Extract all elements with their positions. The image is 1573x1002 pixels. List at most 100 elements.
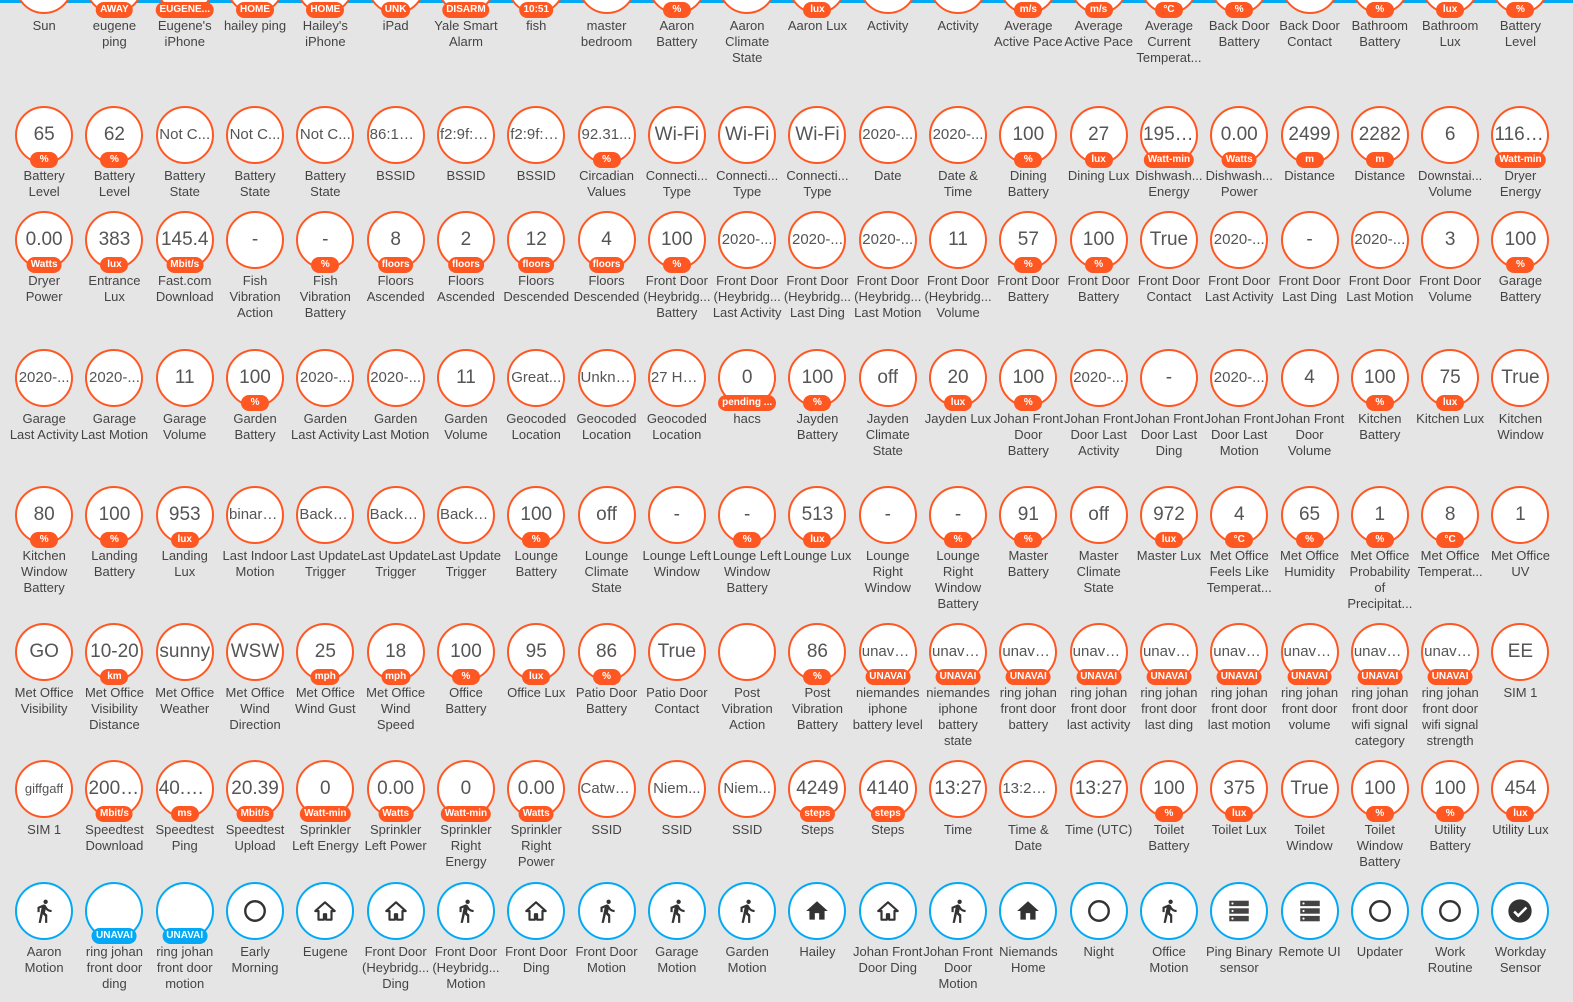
- state-badge[interactable]: 0.00 Watts Dryer Power: [9, 211, 79, 331]
- state-badge[interactable]: 2020-... Garage Last Activity: [9, 349, 79, 469]
- state-badge[interactable]: 57% Front Door Battery: [993, 211, 1063, 331]
- state-badge[interactable]: Wi-Fi Connecti... Type: [782, 106, 852, 226]
- state-badge[interactable]: 375 lux Toilet Lux: [1204, 760, 1274, 880]
- state-badge[interactable]: 2020-... Front Door (Heybridg... Last Act…: [712, 211, 782, 331]
- state-badge[interactable]: 20.39 Mbit/s Speedtest Upload: [220, 760, 290, 880]
- state-badge[interactable]: 100% Dining Battery: [993, 106, 1063, 226]
- state-badge[interactable]: 0.00 Watts Sprinkler Left Power: [361, 760, 431, 880]
- state-badge[interactable]: UNAVAI ring johan front door ding: [79, 882, 149, 1002]
- state-badge[interactable]: 11 Front Door (Heybridg... Volume: [923, 211, 993, 331]
- state-badge[interactable]: unava... UNAVAI niemandes iphone battery l…: [853, 623, 923, 743]
- state-badge[interactable]: HOME hailey ping: [220, 0, 290, 76]
- state-badge[interactable]: 6 Downstai... Volume: [1415, 106, 1485, 226]
- state-badge[interactable]: 100% Utility Battery: [1415, 760, 1485, 880]
- state-badge[interactable]: -% Lounge Right Window Battery: [923, 486, 993, 611]
- state-badge[interactable]: 2020-... Front Door (Heybridg... Last Din…: [782, 211, 852, 331]
- state-badge[interactable]: Front Door (Heybridg... Motion: [431, 882, 501, 1002]
- state-badge[interactable]: 8 floors Floors Ascended: [361, 211, 431, 331]
- state-badge[interactable]: 100% Garden Battery: [220, 349, 290, 469]
- state-badge[interactable]: 116952 Watt-minDryer Energy: [1485, 106, 1555, 226]
- state-badge[interactable]: 383 lux Entrance Lux: [79, 211, 149, 331]
- state-badge[interactable]: binary... Last Indoor Motion: [220, 486, 290, 606]
- state-badge[interactable]: 18 mph Met Office Wind Speed: [361, 623, 431, 743]
- state-badge[interactable]: Garage Motion: [642, 882, 712, 1002]
- state-badge[interactable]: Aaron Motion: [9, 882, 79, 1002]
- state-badge[interactable]: Work Routine: [1415, 882, 1485, 1002]
- state-badge[interactable]: True Kitchen Window: [1485, 349, 1555, 469]
- state-badge[interactable]: 972 lux Master Lux: [1134, 486, 1204, 606]
- state-badge[interactable]: 2020-... Date: [853, 106, 923, 226]
- state-badge[interactable]: unava... UNAVAI ring johan front door last…: [1134, 623, 1204, 743]
- state-badge[interactable]: Sun: [9, 0, 79, 76]
- state-badge[interactable]: 4140 steps Steps: [853, 760, 923, 880]
- state-badge[interactable]: Updater: [1345, 882, 1415, 1002]
- state-badge[interactable]: - Front Door Last Ding: [1274, 211, 1344, 331]
- state-badge[interactable]: UNAVAI ring johan front door motion: [150, 882, 220, 1002]
- state-badge[interactable]: 0 pending ... hacs: [712, 349, 782, 469]
- state-badge[interactable]: unava... UNAVAI ring johan front door wifi…: [1415, 623, 1485, 748]
- state-badge[interactable]: 20 lux Jayden Lux: [923, 349, 993, 469]
- state-badge[interactable]: Front Door (Heybridg... Ding: [361, 882, 431, 1002]
- state-badge[interactable]: 2499 m Distance: [1274, 106, 1344, 226]
- state-badge[interactable]: Niem... SSID: [642, 760, 712, 880]
- state-badge[interactable]: Hailey: [782, 882, 852, 1002]
- state-badge[interactable]: 13:27,... Time & Date: [993, 760, 1063, 880]
- state-badge[interactable]: 92.31...% Circadian Values: [571, 106, 641, 226]
- state-badge[interactable]: 3 Front Door Volume: [1415, 211, 1485, 331]
- state-badge[interactable]: 2020-... Johan Front Door Last Activity: [1064, 349, 1134, 469]
- state-badge[interactable]: 86% Post Vibration Battery: [782, 623, 852, 743]
- state-badge[interactable]: 19.7°CAverage Current Temperat...: [1134, 0, 1204, 76]
- state-badge[interactable]: giffgaff SIM 1: [9, 760, 79, 880]
- state-badge[interactable]: 100%Bathroom Battery: [1345, 0, 1415, 76]
- state-badge[interactable]: 100% Toilet Battery: [1134, 760, 1204, 880]
- state-badge[interactable]: 2020-... Date & Time: [923, 106, 993, 226]
- state-badge[interactable]: unava... UNAVAI ring johan front door wifi…: [1345, 623, 1415, 748]
- state-badge[interactable]: Workday Sensor: [1485, 882, 1555, 1002]
- state-badge[interactable]: Eugene: [290, 882, 360, 1002]
- state-badge[interactable]: Early Morning: [220, 882, 290, 1002]
- state-badge[interactable]: master bedroom: [571, 0, 641, 76]
- state-badge[interactable]: Unkno... Geocoded Location: [571, 349, 641, 469]
- state-badge[interactable]: DISARM Yale Smart Alarm: [431, 0, 501, 76]
- state-badge[interactable]: 100% Johan Front Door Battery: [993, 349, 1063, 469]
- state-badge[interactable]: Not C... Battery State: [220, 106, 290, 226]
- state-badge[interactable]: 100% Front Door Battery: [1064, 211, 1134, 331]
- state-badge[interactable]: True Toilet Window: [1274, 760, 1344, 880]
- state-badge[interactable]: 100% Office Battery: [431, 623, 501, 743]
- state-badge[interactable]: 65% Battery Level: [9, 106, 79, 226]
- state-badge[interactable]: 91% Master Battery: [993, 486, 1063, 606]
- state-badge[interactable]: 2020-... Garden Last Activity: [290, 349, 360, 469]
- state-badge[interactable]: 0.00 Watts Dishwash... Power: [1204, 106, 1274, 226]
- state-badge[interactable]: 100% Landing Battery: [79, 486, 149, 606]
- state-badge[interactable]: 2020-... Front Door Last Motion: [1345, 211, 1415, 331]
- state-badge[interactable]: 80%Back Door Battery: [1204, 0, 1274, 76]
- state-badge[interactable]: 80% Kitchen Window Battery: [9, 486, 79, 606]
- state-badge[interactable]: off Lounge Climate State: [571, 486, 641, 606]
- state-badge[interactable]: HOME Hailey's iPhone: [290, 0, 360, 76]
- state-badge[interactable]: Great... Geocoded Location: [501, 349, 571, 469]
- state-badge[interactable]: 2020-... Garage Last Motion: [79, 349, 149, 469]
- state-badge[interactable]: Statio... Activity: [923, 0, 993, 76]
- state-badge[interactable]: 1% Met Office Probability of Precipitat..…: [1345, 486, 1415, 611]
- state-badge[interactable]: Front Door Ding: [501, 882, 571, 1002]
- state-badge[interactable]: UNK iPad: [361, 0, 431, 76]
- state-badge[interactable]: Johan Front Door Ding: [853, 882, 923, 1002]
- state-badge[interactable]: True Patio Door Contact: [642, 623, 712, 743]
- state-badge[interactable]: - Lounge Left Window: [642, 486, 712, 606]
- state-badge[interactable]: EUGENE... Eugene's iPhone: [150, 0, 220, 76]
- state-badge[interactable]: off Jayden Climate State: [853, 349, 923, 469]
- state-badge[interactable]: 100% Jayden Battery: [782, 349, 852, 469]
- state-badge[interactable]: 62% Battery Level: [79, 106, 149, 226]
- state-badge[interactable]: - Fish Vibration Action: [220, 211, 290, 331]
- state-badge[interactable]: 100% Garage Battery: [1485, 211, 1555, 331]
- state-badge[interactable]: 0.00 Watts Sprinkler Right Power: [501, 760, 571, 880]
- state-badge[interactable]: 13:27 Time: [923, 760, 993, 880]
- state-badge[interactable]: 40.536 msSpeedtest Ping: [150, 760, 220, 880]
- state-badge[interactable]: 513 lux Lounge Lux: [782, 486, 852, 606]
- state-badge[interactable]: 100% Lounge Battery: [501, 486, 571, 606]
- state-badge[interactable]: 10:51 fish: [501, 0, 571, 76]
- state-badge[interactable]: 0 Watt-min Sprinkler Right Energy: [431, 760, 501, 880]
- state-badge[interactable]: 1m/sAverage Active Pace: [993, 0, 1063, 76]
- state-badge[interactable]: Garden Motion: [712, 882, 782, 1002]
- state-badge[interactable]: 86:15:... BSSID: [361, 106, 431, 226]
